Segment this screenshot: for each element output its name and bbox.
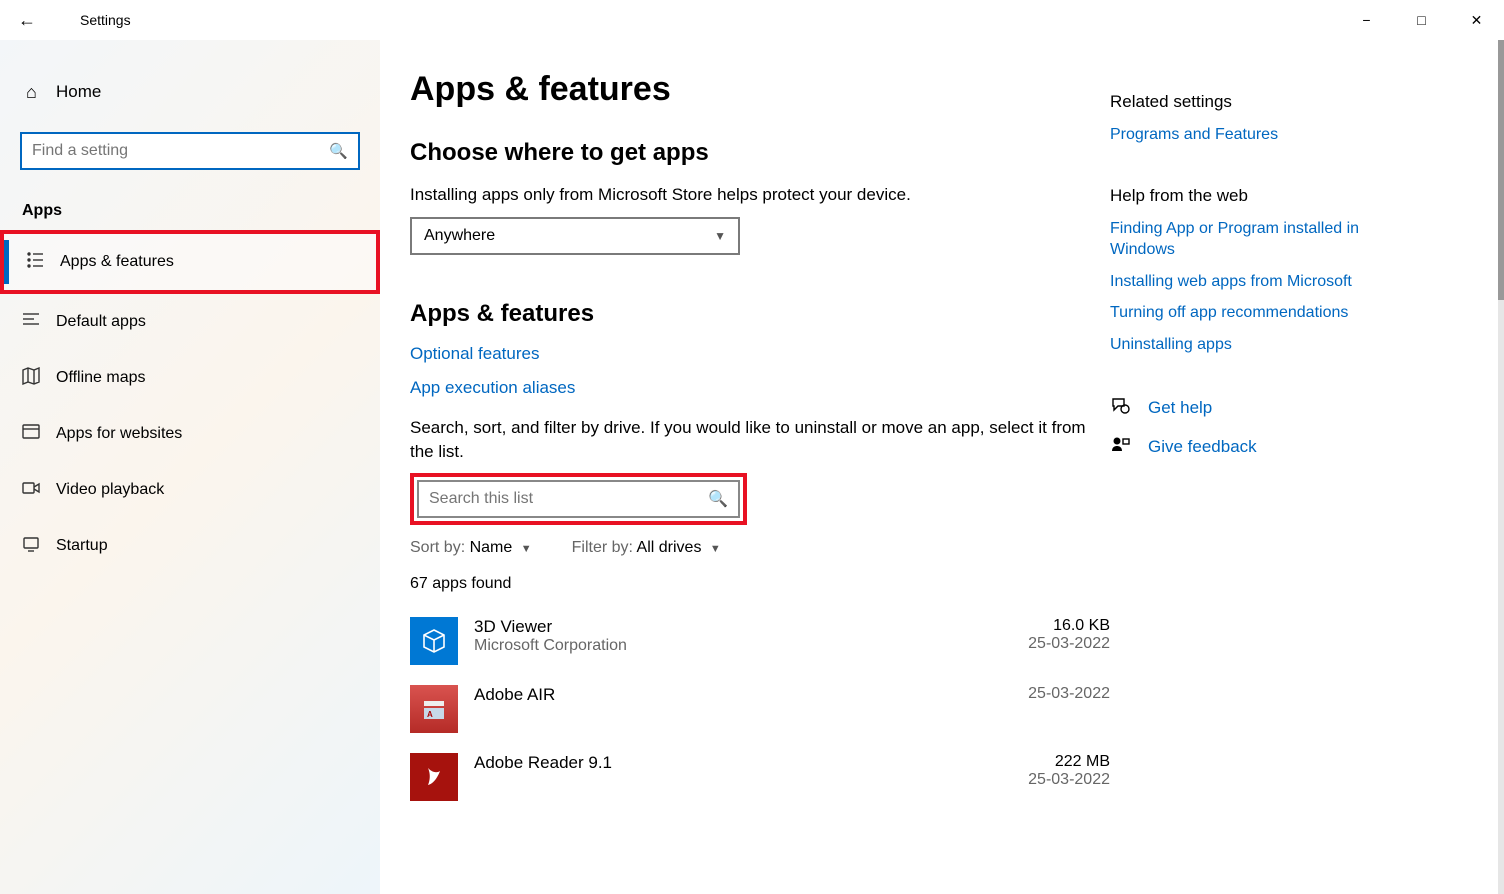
- app-row[interactable]: 3D Viewer Microsoft Corporation 16.0 KB …: [410, 607, 1110, 675]
- find-setting-field[interactable]: [32, 142, 329, 160]
- search-list-input[interactable]: 🔍: [417, 480, 740, 518]
- give-feedback-link[interactable]: Give feedback: [1148, 437, 1257, 457]
- app-date: 25-03-2022: [1028, 685, 1110, 703]
- sidebar: ⌂ Home 🔍 Apps Apps & features Default ap…: [0, 40, 380, 894]
- scrollbar[interactable]: [1498, 40, 1504, 894]
- sidebar-item-apps-features[interactable]: Apps & features: [4, 234, 376, 290]
- sidebar-item-label: Default apps: [56, 313, 146, 331]
- programs-features-link[interactable]: Programs and Features: [1110, 124, 1420, 146]
- search-list-field[interactable]: [429, 490, 708, 508]
- search-icon: 🔍: [329, 142, 348, 160]
- app-icon-3dviewer: [410, 617, 458, 665]
- back-button[interactable]: ←: [18, 10, 46, 31]
- svg-text:A: A: [427, 710, 433, 719]
- sidebar-item-startup[interactable]: Startup: [0, 518, 380, 574]
- home-icon: ⌂: [26, 82, 56, 103]
- optional-features-link[interactable]: Optional features: [410, 344, 1110, 364]
- sidebar-item-label: Video playback: [56, 481, 164, 499]
- right-panel: Related settings Programs and Features H…: [1110, 70, 1420, 894]
- app-date: 25-03-2022: [1028, 635, 1110, 653]
- app-date: 25-03-2022: [1028, 771, 1110, 789]
- window-title: Settings: [80, 12, 131, 28]
- list-icon: [26, 251, 60, 274]
- app-count: 67 apps found: [410, 575, 1110, 593]
- sidebar-item-apps-websites[interactable]: Apps for websites: [0, 406, 380, 462]
- app-row[interactable]: A Adobe AIR 25-03-2022: [410, 675, 1110, 743]
- help-link[interactable]: Installing web apps from Microsoft: [1110, 271, 1420, 293]
- main-content: Apps & features Choose where to get apps…: [410, 70, 1110, 894]
- search-icon: 🔍: [708, 489, 728, 509]
- close-button[interactable]: ✕: [1449, 0, 1504, 40]
- feedback-icon: [1110, 435, 1130, 460]
- app-publisher: Microsoft Corporation: [474, 637, 1028, 655]
- filter-by-control[interactable]: Filter by: All drives ▼: [572, 539, 721, 557]
- sidebar-home[interactable]: ⌂ Home: [0, 70, 380, 114]
- maximize-button[interactable]: □: [1394, 0, 1449, 40]
- app-icon-adobe-reader: [410, 753, 458, 801]
- sidebar-section-label: Apps: [0, 192, 380, 230]
- app-execution-aliases-link[interactable]: App execution aliases: [410, 378, 1110, 398]
- chevron-down-icon: ▼: [710, 543, 721, 555]
- sidebar-item-label: Apps for websites: [56, 425, 182, 443]
- websites-icon: [22, 423, 56, 446]
- help-link[interactable]: Turning off app recommendations: [1110, 302, 1420, 324]
- app-size: 16.0 KB: [1028, 617, 1110, 635]
- sidebar-item-label: Offline maps: [56, 369, 146, 387]
- find-setting-input[interactable]: 🔍: [20, 132, 360, 170]
- give-feedback-row[interactable]: Give feedback: [1110, 435, 1420, 460]
- app-name: Adobe AIR: [474, 685, 1028, 705]
- minimize-button[interactable]: −: [1339, 0, 1394, 40]
- sidebar-item-label: Startup: [56, 537, 108, 555]
- get-help-row[interactable]: Get help: [1110, 396, 1420, 421]
- app-icon-adobe-air: A: [410, 685, 458, 733]
- sidebar-home-label: Home: [56, 82, 101, 102]
- app-row[interactable]: Adobe Reader 9.1 222 MB 25-03-2022: [410, 743, 1110, 811]
- sidebar-item-offline-maps[interactable]: Offline maps: [0, 350, 380, 406]
- defaults-icon: [22, 311, 56, 334]
- choose-desc: Installing apps only from Microsoft Stor…: [410, 183, 1110, 207]
- help-link[interactable]: Uninstalling apps: [1110, 334, 1420, 356]
- app-name: 3D Viewer: [474, 617, 1028, 637]
- help-link[interactable]: Finding App or Program installed in Wind…: [1110, 218, 1420, 261]
- scrollbar-thumb[interactable]: [1498, 40, 1504, 300]
- sidebar-item-default-apps[interactable]: Default apps: [0, 294, 380, 350]
- app-size: 222 MB: [1028, 753, 1110, 771]
- get-help-link[interactable]: Get help: [1148, 398, 1212, 418]
- help-web-heading: Help from the web: [1110, 186, 1420, 206]
- startup-icon: [22, 535, 56, 558]
- page-title: Apps & features: [410, 70, 1110, 109]
- chevron-down-icon: ▼: [714, 229, 726, 243]
- sort-by-control[interactable]: Sort by: Name ▼: [410, 539, 532, 557]
- app-name: Adobe Reader 9.1: [474, 753, 1028, 773]
- choose-heading: Choose where to get apps: [410, 139, 1110, 167]
- video-icon: [22, 479, 56, 502]
- filter-desc: Search, sort, and filter by drive. If yo…: [410, 416, 1110, 464]
- map-icon: [22, 367, 56, 390]
- chevron-down-icon: ▼: [521, 543, 532, 555]
- sidebar-item-label: Apps & features: [60, 253, 174, 271]
- help-icon: [1110, 396, 1130, 421]
- app-source-value: Anywhere: [424, 227, 495, 245]
- related-settings-heading: Related settings: [1110, 92, 1420, 112]
- app-source-dropdown[interactable]: Anywhere ▼: [410, 217, 740, 255]
- apps-features-subheading: Apps & features: [410, 300, 1110, 328]
- sidebar-item-video-playback[interactable]: Video playback: [0, 462, 380, 518]
